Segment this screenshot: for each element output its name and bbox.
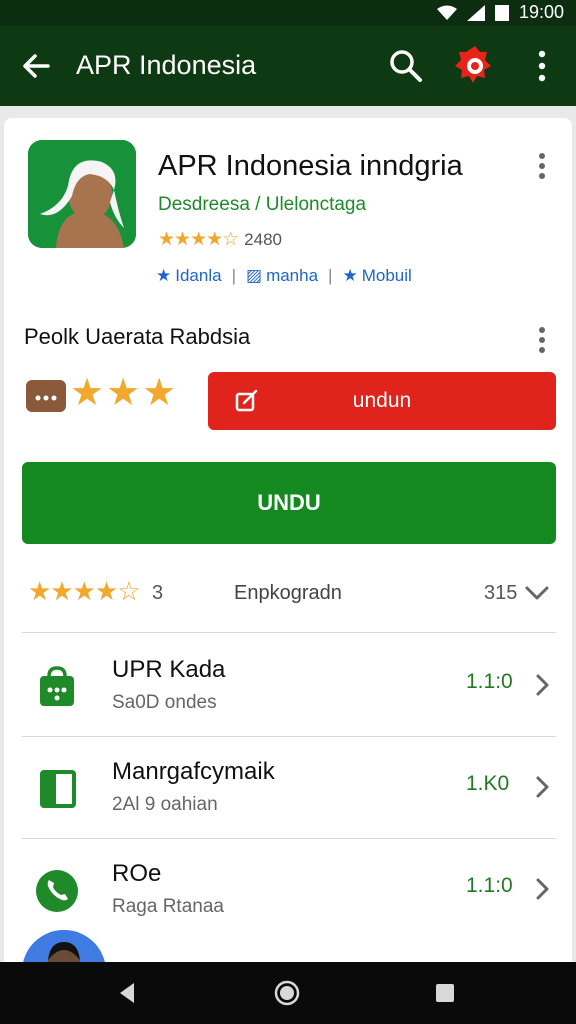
app-menu-icon[interactable] bbox=[532, 150, 552, 182]
book-icon bbox=[40, 770, 76, 808]
notification-bell-icon[interactable] bbox=[452, 42, 498, 88]
app-detail-card: APR Indonesia inndgria Desdreesa / Ulelo… bbox=[4, 118, 572, 968]
search-icon[interactable] bbox=[386, 46, 426, 86]
section-menu-icon[interactable] bbox=[532, 324, 552, 356]
rating-count: 2480 bbox=[244, 229, 282, 249]
wifi-icon bbox=[436, 5, 457, 20]
app-title: APR Indonesia inndgria bbox=[158, 150, 463, 182]
avatar-illustration-icon bbox=[28, 140, 136, 248]
chevron-right-icon bbox=[536, 776, 549, 798]
list-item[interactable]: Manrgafcymaik 2Al 9 oahian 1.K0 bbox=[4, 738, 572, 838]
edit-square-icon: ▨ bbox=[246, 266, 263, 285]
rating-summary-row[interactable]: ★★★★☆ 3 Enpkogradn 315 bbox=[4, 568, 572, 622]
more-vert-icon[interactable] bbox=[528, 46, 556, 86]
undu-button-label: UNDU bbox=[257, 490, 321, 515]
separator: | bbox=[328, 266, 333, 285]
app-rating: ★★★★☆ 2480 bbox=[158, 228, 282, 251]
divider bbox=[22, 838, 556, 839]
list-item-version: 1.1:0 bbox=[466, 670, 513, 693]
tag-item[interactable]: ★ Idanla bbox=[156, 266, 222, 286]
star-icon: ★ bbox=[156, 266, 172, 285]
tag-label: Mobuil bbox=[361, 266, 412, 285]
home-circle-icon[interactable] bbox=[272, 978, 302, 1008]
section-stars: ★★★ bbox=[70, 372, 179, 414]
list-item-version: 1.K0 bbox=[466, 772, 510, 795]
app-bar: APR Indonesia bbox=[0, 26, 576, 106]
undun-button-label: undun bbox=[352, 389, 412, 412]
tag-item[interactable]: ★ Mobuil bbox=[342, 266, 411, 286]
rating-stars: ★★★★☆ bbox=[158, 229, 239, 250]
status-bar: 19:00 bbox=[0, 0, 576, 26]
tag-label: Idanla bbox=[175, 266, 222, 285]
divider bbox=[22, 632, 556, 633]
list-item-subtitle: Sa0D ondes bbox=[112, 692, 217, 713]
system-nav-bar bbox=[0, 962, 576, 1024]
summary-label: Enpkogradn bbox=[234, 582, 342, 604]
shopping-bag-icon bbox=[40, 666, 74, 706]
recents-square-icon[interactable] bbox=[430, 978, 460, 1008]
list-item-subtitle: 2Al 9 oahian bbox=[112, 794, 218, 815]
app-bar-title: APR Indonesia bbox=[76, 50, 257, 80]
tag-item[interactable]: ▨ manha bbox=[246, 266, 318, 286]
divider bbox=[22, 736, 556, 737]
app-icon bbox=[28, 140, 136, 248]
star-icon: ★ bbox=[342, 266, 358, 285]
list-item-title: UPR Kada bbox=[112, 656, 226, 683]
app-tags: ★ Idanla | ▨ manha | ★ Mobuil bbox=[156, 266, 412, 286]
list-item-subtitle: Raga Rtanaa bbox=[112, 896, 224, 917]
list-item-version: 1.1:0 bbox=[466, 874, 513, 897]
chevron-right-icon bbox=[536, 878, 549, 900]
back-arrow-icon[interactable] bbox=[18, 48, 54, 84]
list-item[interactable]: UPR Kada Sa0D ondes 1.1:0 bbox=[4, 636, 572, 736]
list-item-title: Manrgafcymaik bbox=[112, 758, 275, 785]
summary-number: 315 bbox=[484, 582, 518, 604]
back-triangle-icon[interactable] bbox=[112, 978, 142, 1008]
chevron-down-icon[interactable] bbox=[522, 580, 552, 606]
battery-icon bbox=[494, 4, 509, 21]
list-item[interactable]: ROe Raga Rtanaa 1.1:0 bbox=[4, 840, 572, 940]
summary-stars: ★★★★☆ bbox=[28, 576, 141, 606]
chat-icon bbox=[26, 380, 66, 412]
signal-icon bbox=[466, 4, 485, 21]
undu-button[interactable]: UNDU bbox=[22, 462, 556, 544]
summary-count: 3 bbox=[152, 582, 164, 604]
edit-icon bbox=[235, 389, 258, 412]
undun-button[interactable]: undun bbox=[208, 372, 556, 430]
phone-icon bbox=[36, 870, 78, 912]
list-item-title: ROe bbox=[112, 860, 162, 887]
status-time: 19:00 bbox=[518, 2, 564, 22]
app-developer-link[interactable]: Desdreesa / Ulelonctaga bbox=[158, 194, 366, 216]
tag-label: manha bbox=[266, 266, 319, 285]
section-title: Peolk Uaerata Rabdsia bbox=[24, 324, 251, 349]
chevron-right-icon bbox=[536, 674, 549, 696]
separator: | bbox=[231, 266, 236, 285]
